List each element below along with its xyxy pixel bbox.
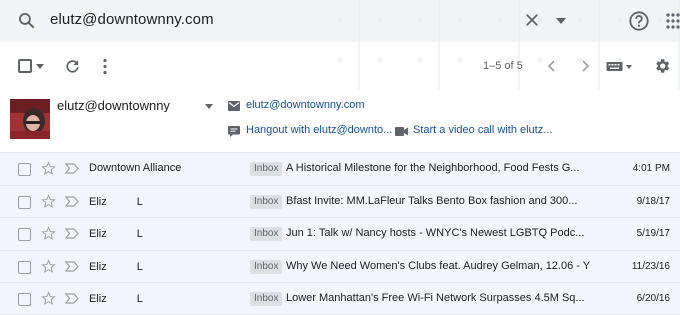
redacted-text xyxy=(107,195,137,205)
email-row[interactable]: Eliz L Inbox Why We Need Women's Clubs fe… xyxy=(0,249,680,283)
sender-first: Eliz xyxy=(89,260,107,273)
contact-options-dropdown-icon[interactable] xyxy=(205,104,213,109)
email-date: 4:01 PM xyxy=(632,163,670,174)
hangout-chat-icon xyxy=(228,126,240,137)
email-row[interactable]: Downtown Alliance Inbox A Historical Mil… xyxy=(0,152,680,185)
sender-last: L xyxy=(136,260,143,273)
more-vert-icon[interactable] xyxy=(102,58,108,75)
email-subject: Bfast Invite: MM.LaFleur Talks Bento Box… xyxy=(286,194,578,207)
star-icon[interactable] xyxy=(41,259,56,274)
sender-first: Eliz xyxy=(89,293,107,306)
search-bar: elutz@downtownny.com xyxy=(0,0,680,90)
email-row[interactable]: Eliz L Inbox Jun 1: Talk w/ Nancy hosts -… xyxy=(0,217,680,250)
redacted-text xyxy=(107,292,137,302)
inbox-label-badge: Inbox xyxy=(250,162,283,176)
email-list: Downtown Alliance Inbox A Historical Mil… xyxy=(0,152,680,315)
star-icon[interactable] xyxy=(41,226,56,241)
email-subject: A Historical Milestone for the Neighborh… xyxy=(286,162,580,174)
star-icon[interactable] xyxy=(41,193,56,209)
sender-name: Eliz L xyxy=(89,260,239,273)
row-checkbox[interactable] xyxy=(18,260,31,274)
contact-name: elutz@downtownny xyxy=(57,98,170,112)
sender-name: Downtown Alliance xyxy=(89,162,182,174)
video-call-icon xyxy=(395,127,408,136)
chevron-left-icon[interactable] xyxy=(547,60,557,72)
inbox-label-badge: Inbox xyxy=(250,292,283,307)
sender-first: Eliz xyxy=(89,228,107,241)
important-marker-icon[interactable] xyxy=(65,228,79,239)
contact-email-link[interactable]: elutz@downtownny.com xyxy=(246,99,365,111)
email-subject: Lower Manhattan's Free Wi-Fi Network Sur… xyxy=(286,292,585,305)
inbox-label-badge: Inbox xyxy=(250,259,283,274)
email-row[interactable]: Eliz L Inbox Bfast Invite: MM.LaFleur Tal… xyxy=(0,184,680,218)
row-checkbox[interactable] xyxy=(18,228,31,242)
inbox-label-badge: Inbox xyxy=(250,227,283,242)
sender-last: L xyxy=(136,195,143,208)
clear-search-icon[interactable] xyxy=(523,11,541,29)
important-marker-icon[interactable] xyxy=(65,195,79,207)
settings-gear-icon[interactable] xyxy=(653,57,671,75)
row-checkbox[interactable] xyxy=(18,163,31,176)
email-date: 11/23/16 xyxy=(631,260,670,272)
mail-toolbar: 1–5 of 5 xyxy=(0,48,680,84)
sender-last: L xyxy=(136,293,143,306)
redacted-text xyxy=(107,227,137,237)
search-options-dropdown-icon[interactable] xyxy=(555,16,567,26)
contact-card: elutz@downtownny elutz@downtownny.com Ha… xyxy=(0,92,680,152)
hangout-link[interactable]: Hangout with elutz@downto... xyxy=(246,124,392,136)
input-tools-keyboard-icon[interactable] xyxy=(606,61,634,72)
avatar[interactable] xyxy=(10,99,50,139)
sender-last: L xyxy=(136,228,143,241)
star-icon[interactable] xyxy=(41,291,56,306)
sender-name: Eliz L xyxy=(89,227,239,240)
select-all-checkbox[interactable] xyxy=(18,59,32,73)
search-input[interactable]: elutz@downtownny.com xyxy=(50,11,214,28)
select-options-dropdown-icon[interactable] xyxy=(36,64,44,69)
video-call-link[interactable]: Start a video call with elutz... xyxy=(413,124,552,136)
email-date: 5/19/17 xyxy=(636,228,670,240)
refresh-icon[interactable] xyxy=(64,58,81,75)
search-icon[interactable] xyxy=(17,11,37,31)
sender-name: Eliz L xyxy=(89,195,239,208)
star-icon[interactable] xyxy=(41,161,56,176)
sender-name: Eliz L xyxy=(89,292,239,305)
important-marker-icon[interactable] xyxy=(65,163,79,174)
email-date: 9/18/17 xyxy=(636,195,670,207)
email-row[interactable]: Eliz L Inbox Lower Manhattan's Free Wi-Fi… xyxy=(0,282,680,315)
sender-first: Eliz xyxy=(89,195,107,208)
redacted-text xyxy=(107,260,137,270)
email-subject: Why We Need Women's Clubs feat. Audrey G… xyxy=(286,259,591,272)
pagination-range: 1–5 of 5 xyxy=(483,60,523,72)
important-marker-icon[interactable] xyxy=(65,261,79,272)
inbox-label-badge: Inbox xyxy=(250,194,283,209)
row-checkbox[interactable] xyxy=(18,293,31,307)
email-subject: Jun 1: Talk w/ Nancy hosts - WNYC's Newe… xyxy=(286,227,585,240)
row-checkbox[interactable] xyxy=(18,195,31,209)
email-date: 6/20/16 xyxy=(636,293,670,305)
email-icon xyxy=(228,101,240,111)
help-icon[interactable] xyxy=(628,10,650,32)
apps-grid-icon[interactable] xyxy=(666,13,680,29)
important-marker-icon[interactable] xyxy=(65,293,79,304)
chevron-right-icon[interactable] xyxy=(580,60,590,72)
